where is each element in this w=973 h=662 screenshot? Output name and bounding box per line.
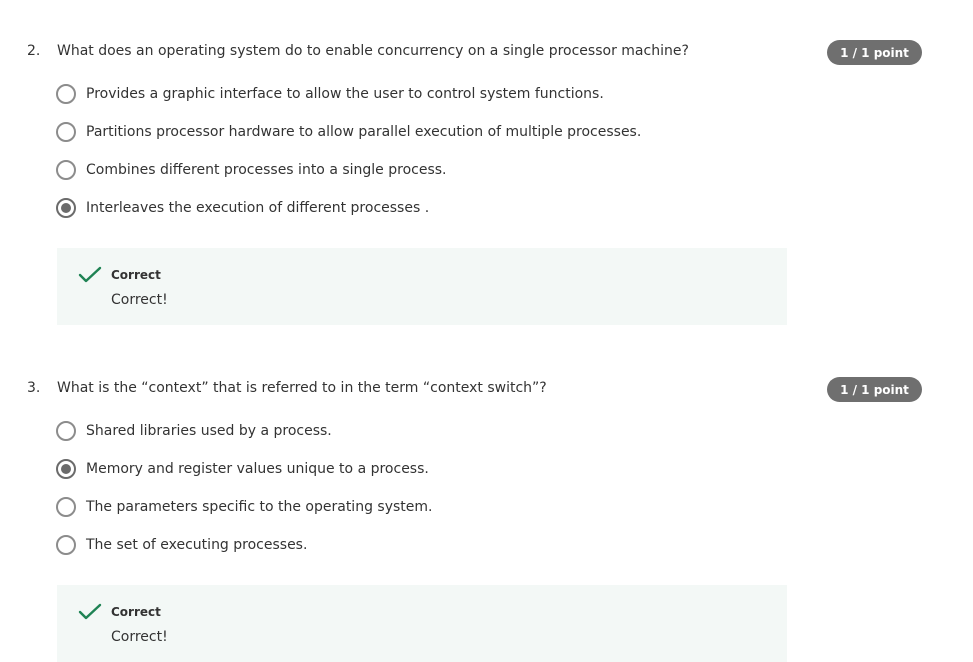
feedback-box: Correct Correct! <box>57 248 787 325</box>
answer-option-selected[interactable]: Memory and register values unique to a p… <box>56 458 429 480</box>
option-label: Combines different processes into a sing… <box>86 162 447 178</box>
radio-dot <box>61 464 71 474</box>
option-label: Interleaves the execution of different p… <box>86 200 430 216</box>
option-label: Memory and register values unique to a p… <box>86 461 429 477</box>
option-label: Provides a graphic interface to allow th… <box>86 86 604 102</box>
option-label: The parameters specific to the operating… <box>86 499 433 515</box>
feedback-text: Correct! <box>111 292 168 308</box>
question-text: What is the “context” that is referred t… <box>57 380 547 396</box>
radio-button[interactable] <box>56 497 76 517</box>
checkmark-icon <box>78 266 102 283</box>
answer-option[interactable]: Shared libraries used by a process. <box>56 420 332 442</box>
answer-option[interactable]: The parameters specific to the operating… <box>56 496 432 518</box>
radio-button[interactable] <box>56 160 76 180</box>
answer-option-selected[interactable]: Interleaves the execution of different p… <box>56 197 429 219</box>
answer-option[interactable]: Combines different processes into a sing… <box>56 159 447 181</box>
points-badge: 1 / 1 point <box>827 40 922 65</box>
points-badge: 1 / 1 point <box>827 377 922 402</box>
radio-button[interactable] <box>56 84 76 104</box>
feedback-box: Correct Correct! <box>57 585 787 662</box>
feedback-text: Correct! <box>111 629 168 645</box>
radio-button[interactable] <box>56 421 76 441</box>
radio-button[interactable] <box>56 122 76 142</box>
radio-button-checked[interactable] <box>56 459 76 479</box>
answer-option[interactable]: Partitions processor hardware to allow p… <box>56 121 641 143</box>
question-number: 3. <box>27 380 41 396</box>
quiz-results-page: 2. What does an operating system do to e… <box>0 0 973 662</box>
feedback-title: Correct <box>111 268 161 282</box>
radio-button-checked[interactable] <box>56 198 76 218</box>
checkmark-icon <box>78 603 102 620</box>
radio-button[interactable] <box>56 535 76 555</box>
answer-option[interactable]: The set of executing processes. <box>56 534 307 556</box>
feedback-title: Correct <box>111 605 161 619</box>
question-number: 2. <box>27 43 41 59</box>
option-label: Shared libraries used by a process. <box>86 423 332 439</box>
question-text: What does an operating system do to enab… <box>57 43 689 59</box>
option-label: The set of executing processes. <box>86 537 308 553</box>
answer-option[interactable]: Provides a graphic interface to allow th… <box>56 83 604 105</box>
option-label: Partitions processor hardware to allow p… <box>86 124 642 140</box>
radio-dot <box>61 203 71 213</box>
